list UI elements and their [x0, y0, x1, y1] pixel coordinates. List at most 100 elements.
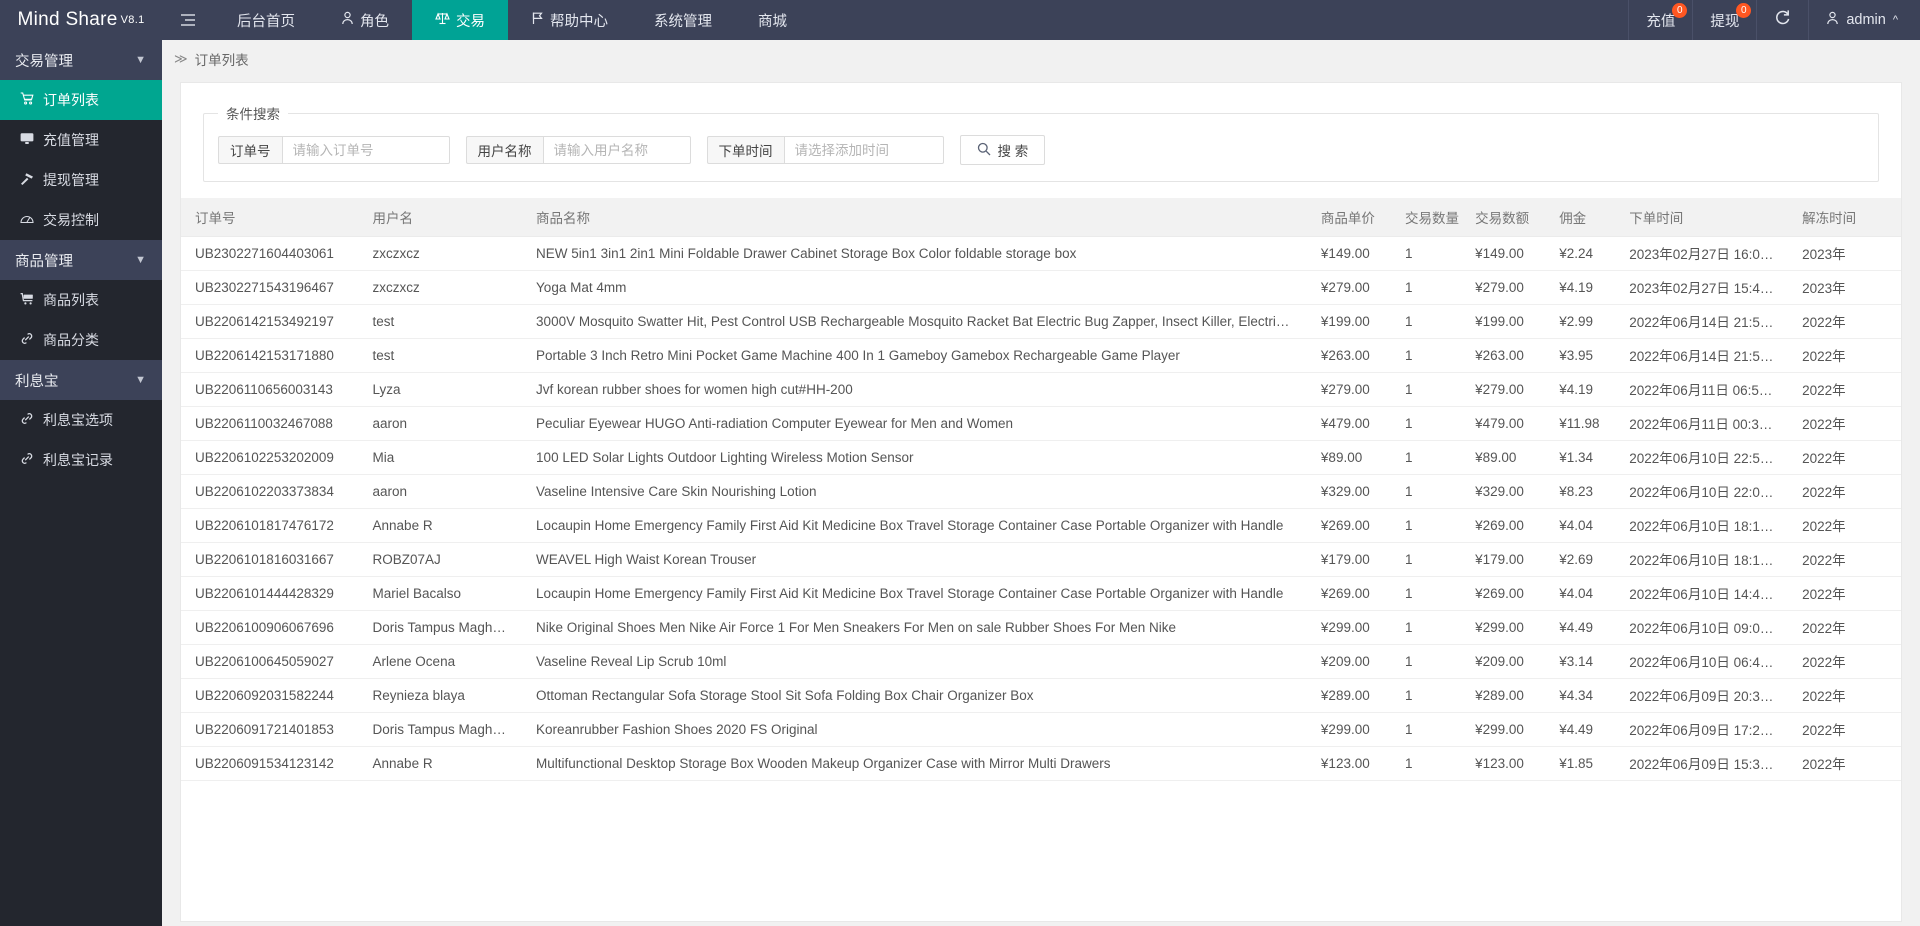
table-row[interactable]: UB2206142153171880 test Portable 3 Inch Re… — [181, 338, 1901, 373]
cell-unfreeze-time: 2022年 — [1788, 712, 1901, 747]
cell-amount: ¥299.00 — [1461, 610, 1546, 645]
cell-order-no: UB2206142153171880 — [181, 338, 359, 373]
cell-product-name: NEW 5in1 3in1 2in1 Mini Foldable Drawer … — [522, 236, 1307, 271]
cell-unfreeze-time: 2023年 — [1788, 270, 1901, 305]
sidebar-item-label: 充值管理 — [43, 132, 99, 148]
sidebar-item-product-list[interactable]: 商品列表 — [0, 280, 162, 320]
sidebar-item-withdraw-mgmt[interactable]: 提现管理 — [0, 160, 162, 200]
table-row[interactable]: UB2206091721401853 Doris Tampus Maghanoy K… — [181, 712, 1901, 747]
cell-order-no: UB2206101817476172 — [181, 508, 359, 543]
cell-unfreeze-time: 2022年 — [1788, 508, 1901, 543]
sidebar-item-product-category[interactable]: 商品分类 — [0, 320, 162, 360]
nav-item-home[interactable]: 后台首页 — [214, 0, 318, 40]
recharge-button[interactable]: 充值 0 — [1628, 0, 1692, 40]
cell-quantity: 1 — [1391, 270, 1462, 305]
refresh-button[interactable] — [1756, 0, 1808, 40]
nav-item-mall[interactable]: 商城 — [735, 0, 810, 40]
withdraw-label: 提现 — [1710, 13, 1740, 30]
cell-unit-price: ¥329.00 — [1306, 474, 1392, 509]
order-time-input[interactable] — [783, 136, 944, 164]
cell-order-no: UB2206102203373834 — [181, 474, 359, 509]
cell-user-name: Annabe R — [358, 508, 523, 543]
cell-commission: ¥2.24 — [1545, 236, 1616, 271]
cell-commission: ¥8.23 — [1545, 474, 1616, 509]
cell-unfreeze-time: 2022年 — [1788, 440, 1901, 475]
table-row[interactable]: UB2206102253202009 Mia 100 LED Solar Light… — [181, 440, 1901, 475]
brand-name: Mind Share — [17, 9, 118, 30]
table-row[interactable]: UB2206142153492197 test 3000V Mosquito Swa… — [181, 304, 1901, 339]
sidebar-item-order-list[interactable]: 订单列表 — [0, 80, 162, 120]
monitor-icon — [20, 132, 35, 148]
nav-label: 交易 — [456, 13, 485, 30]
table-row[interactable]: UB2206100906067696 Doris Tampus Maghanoy N… — [181, 610, 1901, 645]
sidebar-group-label: 商品管理 — [15, 253, 73, 270]
cell-order-no: UB2206092031582244 — [181, 678, 359, 713]
nav-item-role[interactable]: 角色 — [318, 0, 412, 40]
table-row[interactable]: UB2206100645059027 Arlene Ocena Vaseline R… — [181, 644, 1901, 679]
gauge-icon — [20, 212, 35, 228]
order-table-wrapper: 订单号 用户名 商品名称 商品单价 交易数量 交易数额 佣金 下单时间 解冻时间… — [181, 198, 1901, 781]
user-menu[interactable]: admin ^ — [1808, 0, 1920, 40]
hamburger-icon[interactable] — [162, 0, 214, 40]
cell-commission: ¥11.98 — [1545, 406, 1616, 441]
sidebar-group-interest[interactable]: 利息宝 ▼ — [0, 360, 162, 400]
cell-unit-price: ¥89.00 — [1306, 440, 1392, 475]
order-no-input[interactable] — [281, 136, 450, 164]
cell-user-name: Mariel Bacalso — [358, 576, 523, 611]
breadcrumb-separator-icon: ≫ — [174, 51, 188, 66]
sidebar-item-recharge-mgmt[interactable]: 充值管理 — [0, 120, 162, 160]
col-product: 商品名称 — [522, 198, 1307, 237]
cell-order-time: 2022年06月10日 14:44:42 — [1615, 576, 1789, 611]
cell-order-time: 2022年06月10日 22:03:37 — [1615, 474, 1789, 509]
cell-order-time: 2022年06月10日 09:06:06 — [1615, 610, 1789, 645]
cell-order-no: UB2206101816031667 — [181, 542, 359, 577]
table-row[interactable]: UB2302271543196467 zxczxcz Yoga Mat 4mm ¥27… — [181, 270, 1901, 305]
cell-user-name: zxczxcz — [358, 236, 523, 271]
sidebar-item-interest-records[interactable]: 利息宝记录 — [0, 440, 162, 480]
cell-order-no: UB2206101444428329 — [181, 576, 359, 611]
table-row[interactable]: UB2206092031582244 Reynieza blaya Ottoman … — [181, 678, 1901, 713]
flag-icon — [531, 11, 544, 29]
sidebar-item-trade-control[interactable]: 交易控制 — [0, 200, 162, 240]
nav-item-trade[interactable]: 交易 — [412, 0, 508, 40]
nav-item-system[interactable]: 系统管理 — [631, 0, 735, 40]
cell-order-time: 2022年06月09日 17:21:40 — [1615, 712, 1789, 747]
cell-quantity: 1 — [1391, 474, 1462, 509]
user-name-input[interactable] — [542, 136, 691, 164]
sidebar-item-interest-options[interactable]: 利息宝选项 — [0, 400, 162, 440]
cell-quantity: 1 — [1391, 644, 1462, 679]
cell-order-no: UB2206091721401853 — [181, 712, 359, 747]
sidebar-group-product[interactable]: 商品管理 ▼ — [0, 240, 162, 280]
cell-unfreeze-time: 2022年 — [1788, 644, 1901, 679]
cell-amount: ¥329.00 — [1461, 474, 1546, 509]
table-row[interactable]: UB2302271604403061 zxczxcz NEW 5in1 3in1 2… — [181, 236, 1901, 271]
cell-amount: ¥299.00 — [1461, 712, 1546, 747]
table-row[interactable]: UB2206101816031667 ROBZ07AJ WEAVEL High Wa… — [181, 542, 1901, 577]
withdraw-button[interactable]: 提现 0 — [1692, 0, 1756, 40]
cell-order-time: 2022年06月11日 00:32:46 — [1615, 406, 1789, 441]
withdraw-badge: 0 — [1736, 3, 1752, 18]
sidebar-group-trade[interactable]: 交易管理 ▼ — [0, 40, 162, 80]
cell-commission: ¥1.85 — [1545, 746, 1616, 781]
table-row[interactable]: UB2206110656003143 Lyza Jvf korean rubber … — [181, 372, 1901, 407]
cell-amount: ¥149.00 — [1461, 236, 1546, 271]
cell-unit-price: ¥479.00 — [1306, 406, 1392, 441]
nav-item-help-center[interactable]: 帮助中心 — [508, 0, 631, 40]
order-list-panel: 条件搜索 订单号 用户名称 下单时间 — [180, 82, 1902, 922]
table-row[interactable]: UB2206091534123142 Annabe R Multifunctiona… — [181, 746, 1901, 781]
search-icon — [977, 142, 991, 159]
search-button[interactable]: 搜 索 — [959, 135, 1046, 165]
cell-product-name: 100 LED Solar Lights Outdoor Lighting Wi… — [522, 440, 1307, 475]
table-row[interactable]: UB2206110032467088 aaron Peculiar Eyewear … — [181, 406, 1901, 441]
cell-product-name: WEAVEL High Waist Korean Trouser — [522, 542, 1307, 577]
cell-user-name: aaron — [358, 474, 523, 509]
sidebar-item-label: 商品列表 — [43, 292, 99, 308]
table-row[interactable]: UB2206101817476172 Annabe R Locaupin Home … — [181, 508, 1901, 543]
table-row[interactable]: UB2206102203373834 aaron Vaseline Intensiv… — [181, 474, 1901, 509]
cell-unit-price: ¥199.00 — [1306, 304, 1392, 339]
cell-unit-price: ¥149.00 — [1306, 236, 1392, 271]
table-row[interactable]: UB2206101444428329 Mariel Bacalso Locaupin… — [181, 576, 1901, 611]
cell-unit-price: ¥299.00 — [1306, 610, 1392, 645]
recharge-badge: 0 — [1672, 3, 1688, 18]
cell-amount: ¥269.00 — [1461, 576, 1546, 611]
